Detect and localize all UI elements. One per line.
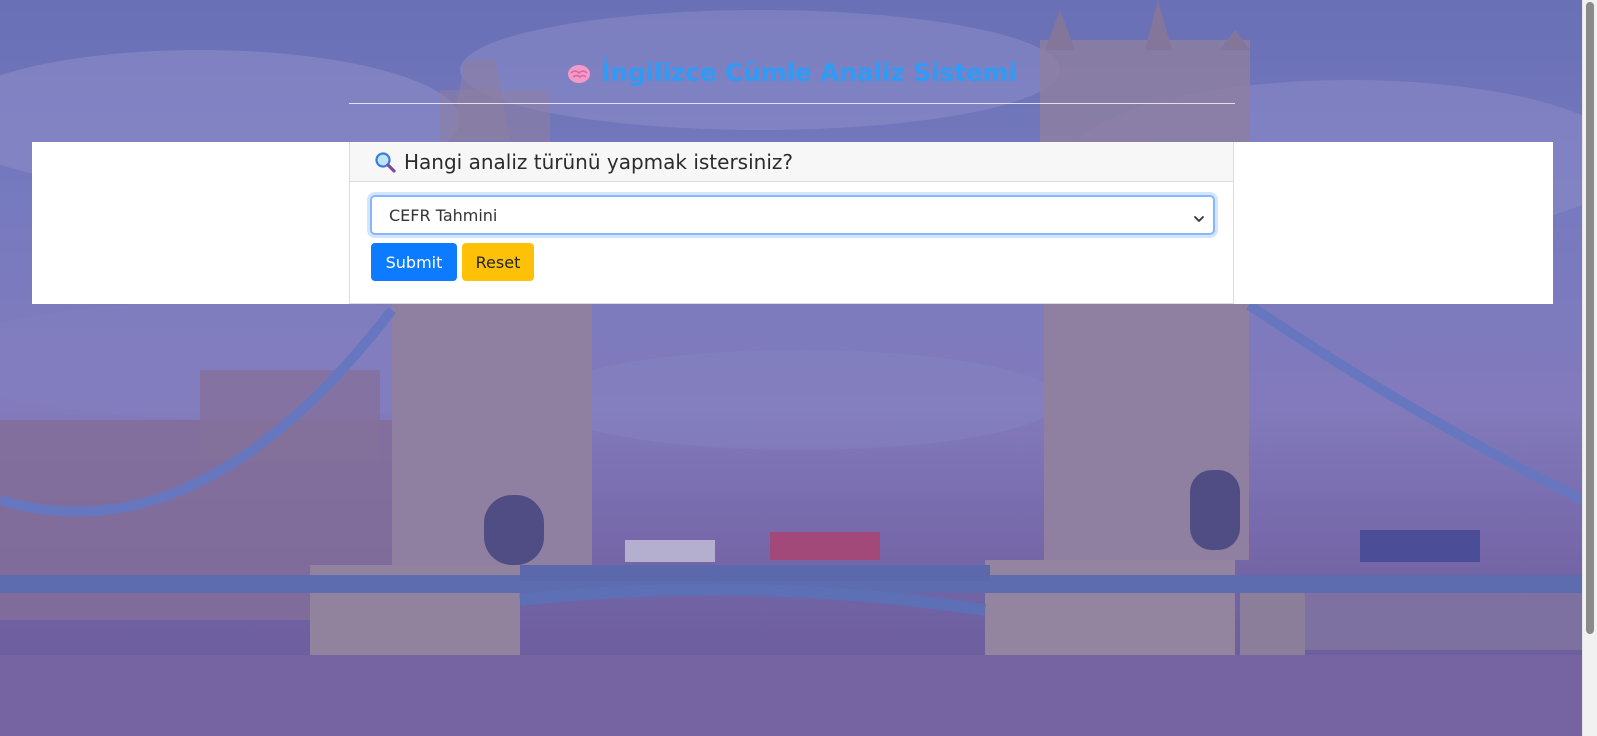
- vertical-scrollbar[interactable]: [1582, 0, 1597, 736]
- magnifier-icon: [374, 151, 396, 173]
- page-title: İngilizce Cümle Analiz Sistemi: [601, 58, 1017, 87]
- card-header: Hangi analiz türünü yapmak istersiniz?: [350, 142, 1233, 182]
- title-divider: [349, 103, 1235, 104]
- submit-button[interactable]: Submit: [371, 243, 457, 281]
- analysis-type-select[interactable]: CEFR Tahmini: [370, 195, 1215, 235]
- page: İngilizce Cümle Analiz Sistemi Hangi ana…: [0, 0, 1597, 736]
- analysis-type-selected-value: CEFR Tahmini: [389, 205, 498, 225]
- reset-button[interactable]: Reset: [462, 243, 534, 281]
- header: İngilizce Cümle Analiz Sistemi: [349, 58, 1235, 89]
- analysis-question: Hangi analiz türünü yapmak istersiniz?: [404, 149, 793, 174]
- scrollbar-thumb[interactable]: [1586, 2, 1594, 634]
- background-image: [0, 0, 1583, 736]
- chevron-down-icon: [1193, 210, 1205, 222]
- page-title-container: İngilizce Cümle Analiz Sistemi: [567, 58, 1017, 87]
- analysis-card: Hangi analiz türünü yapmak istersiniz? C…: [349, 142, 1234, 304]
- brain-icon: [567, 62, 591, 84]
